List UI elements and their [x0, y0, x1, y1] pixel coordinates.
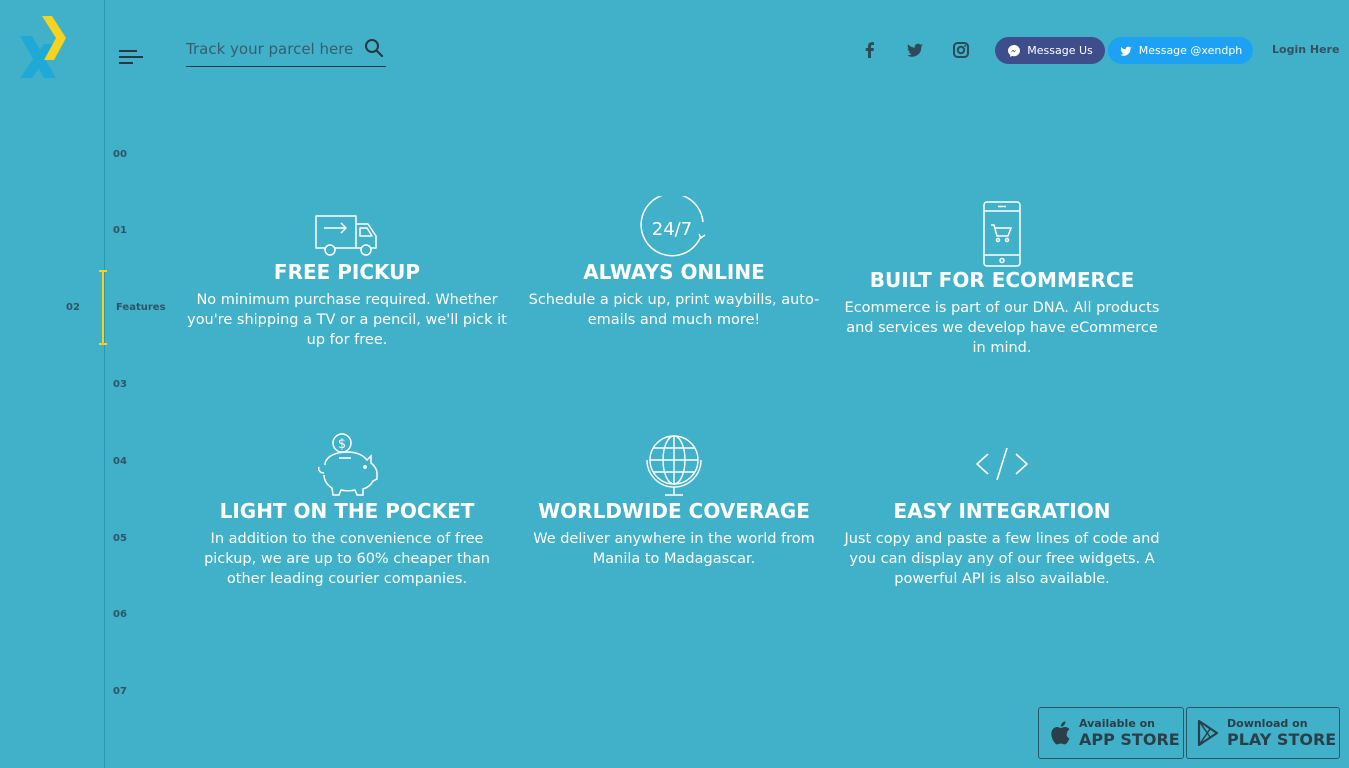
instagram-icon[interactable]	[951, 40, 971, 60]
feature-text: Schedule a pick up, print waybills, auto…	[528, 292, 820, 328]
nav-active-label: Features	[116, 302, 166, 313]
feature-text: Just copy and paste a few lines of code …	[844, 531, 1160, 587]
feature-always-online: 24/7 ALWAYS ONLINE Schedule a pick up, p…	[514, 196, 834, 330]
feature-title: FREE PICKUP	[273, 260, 421, 284]
feature-text: Ecommerce is part of our DNA. All produc…	[844, 300, 1160, 356]
feature-title: EASY INTEGRATION	[893, 499, 1111, 523]
feature-free-pickup: FREE PICKUP No minimum purchase required…	[187, 200, 507, 350]
message-us-label: Message Us	[1027, 44, 1093, 57]
nav-item-05[interactable]: 05	[113, 533, 127, 544]
play-store-icon	[1197, 719, 1219, 747]
feature-easy-integration: EASY INTEGRATION Just copy and paste a f…	[842, 431, 1162, 589]
nav-item-01[interactable]: 01	[113, 225, 127, 236]
feature-title: WORLDWIDE COVERAGE	[538, 499, 810, 523]
globe-icon	[646, 435, 702, 496]
message-twitter-label: Message @xendph	[1138, 44, 1243, 57]
hamburger-menu-icon[interactable]	[119, 50, 143, 66]
sidebar-divider	[104, 0, 105, 768]
message-twitter-button[interactable]: Message @xendph	[1108, 37, 1253, 64]
feature-text: In addition to the convenience of free p…	[204, 531, 490, 587]
nav-active-indicator	[99, 270, 107, 345]
feature-title: BUILT FOR ECOMMERCE	[869, 268, 1135, 292]
feature-text: No minimum purchase required. Whether yo…	[187, 292, 507, 348]
play-store-big-label: PLAY STORE	[1227, 730, 1337, 749]
messenger-icon	[1008, 44, 1021, 57]
nav-item-00[interactable]: 00	[113, 149, 127, 160]
nav-item-02[interactable]: 02	[66, 302, 80, 313]
twitter-icon[interactable]	[905, 40, 925, 60]
xend-logo[interactable]	[16, 14, 68, 80]
feature-title: LIGHT ON THE POCKET	[219, 499, 475, 523]
code-icon	[975, 447, 1029, 481]
feature-worldwide-coverage: WORLDWIDE COVERAGE We deliver anywhere i…	[514, 431, 834, 569]
track-parcel-input[interactable]	[186, 38, 354, 60]
nav-item-06[interactable]: 06	[113, 609, 127, 620]
feature-text: We deliver anywhere in the world from Ma…	[533, 531, 815, 567]
app-store-big-label: APP STORE	[1079, 730, 1180, 749]
search-icon[interactable]	[364, 38, 384, 58]
feature-title: ALWAYS ONLINE	[583, 260, 765, 284]
clock-24-7-icon: 24/7	[640, 196, 706, 257]
twitter-bird-icon	[1120, 46, 1132, 56]
truck-icon	[315, 215, 377, 256]
track-parcel-search	[186, 34, 386, 67]
svg-text:24/7: 24/7	[652, 219, 692, 240]
piggy-bank-icon: $	[318, 433, 378, 496]
phone-cart-icon	[983, 201, 1021, 267]
nav-item-04[interactable]: 04	[113, 456, 127, 467]
facebook-icon[interactable]	[860, 40, 880, 60]
nav-item-07[interactable]: 07	[113, 686, 127, 697]
message-us-button[interactable]: Message Us	[995, 37, 1105, 64]
app-store-button[interactable]: Available on APP STORE	[1038, 707, 1184, 759]
app-store-small-label: Available on	[1079, 717, 1156, 730]
feature-built-for-ecommerce: BUILT FOR ECOMMERCE Ecommerce is part of…	[842, 200, 1162, 358]
nav-item-03[interactable]: 03	[113, 379, 127, 390]
play-store-small-label: Download on	[1227, 717, 1308, 730]
play-store-button[interactable]: Download on PLAY STORE	[1186, 707, 1340, 759]
svg-text:$: $	[338, 437, 346, 452]
apple-icon	[1051, 721, 1070, 745]
feature-light-on-the-pocket: $ LIGHT ON THE POCKET In addition to the…	[187, 431, 507, 589]
login-link[interactable]: Login Here	[1272, 43, 1339, 56]
